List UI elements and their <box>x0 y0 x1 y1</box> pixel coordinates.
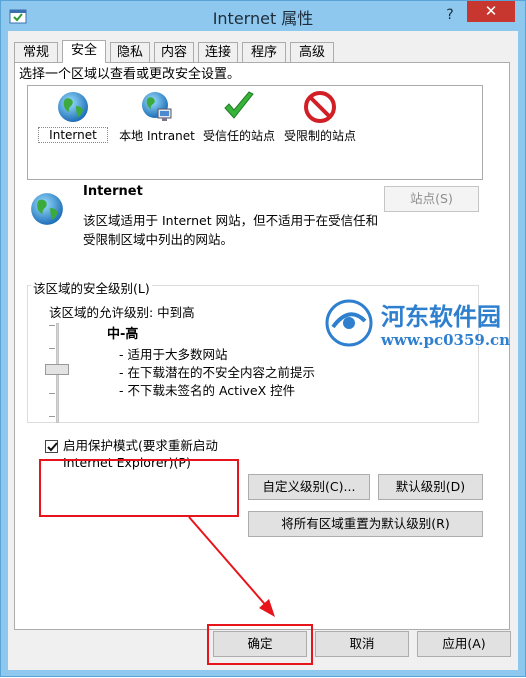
site-watermark: 河东软件园 www.pc0359.cn <box>323 297 523 353</box>
watermark-url: www.pc0359.cn <box>381 331 511 349</box>
watermark-logo-icon <box>325 299 373 347</box>
internet-properties-window: Internet 属性 ? ✕ 常规 安全 隐私 内容 连接 程序 高级 选择一… <box>0 0 526 677</box>
watermark-text: 河东软件园 <box>381 302 501 331</box>
tab-security[interactable]: 安全 <box>62 40 106 63</box>
